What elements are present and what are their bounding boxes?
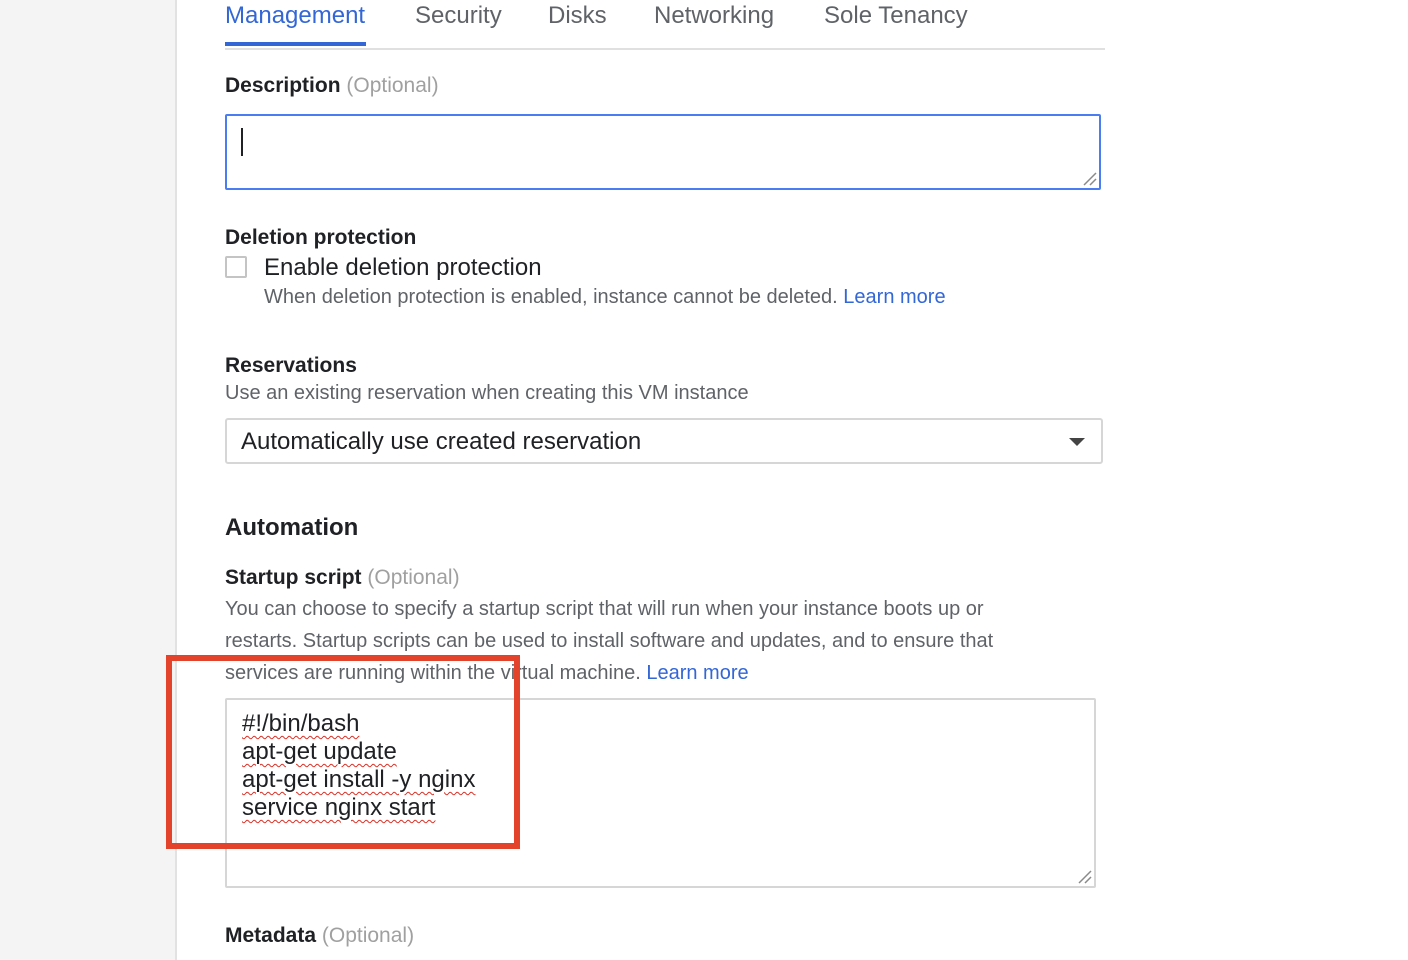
deletion-protection-checkbox[interactable] [225,256,247,278]
reservations-helper: Use an existing reservation when creatin… [225,382,749,404]
deletion-protection-helper-text: When deletion protection is enabled, ins… [264,286,838,308]
text-caret [241,128,243,156]
dropdown-arrow-icon [1069,438,1085,446]
tab-sole-tenancy[interactable]: Sole Tenancy [824,2,968,30]
tab-bar: Management Security Disks Networking Sol… [225,0,1105,50]
startup-script-helper-line3-text: services are running within the virtual … [225,662,641,684]
resize-grip-icon[interactable] [1076,868,1092,884]
deletion-protection-label: Deletion protection [225,226,417,249]
startup-script-helper-line2: restarts. Startup scripts can be used to… [225,630,994,652]
description-textarea[interactable] [225,114,1101,190]
tab-networking[interactable]: Networking [654,2,774,30]
description-optional: (Optional) [346,74,439,97]
startup-script-content: #!/bin/bash apt-get update apt-get insta… [242,710,475,822]
resize-grip-icon[interactable] [1081,170,1097,186]
tab-security[interactable]: Security [415,2,502,30]
reservations-label: Reservations [225,354,357,377]
startup-script-optional: (Optional) [367,566,460,589]
automation-heading: Automation [225,514,359,541]
deletion-protection-learn-more-link[interactable]: Learn more [843,286,945,308]
metadata-label: Metadata (Optional) [225,924,414,948]
startup-script-helper-line3: services are running within the virtual … [225,662,749,685]
startup-script-helper-line1: You can choose to specify a startup scri… [225,598,984,620]
deletion-protection-helper: When deletion protection is enabled, ins… [264,286,946,309]
reservations-select[interactable]: Automatically use created reservation [225,418,1103,464]
left-gutter [0,0,177,960]
description-label: Description (Optional) [225,74,439,98]
startup-script-label-text: Startup script [225,566,362,589]
script-line: #!/bin/bash [242,710,360,737]
startup-script-textarea[interactable]: #!/bin/bash apt-get update apt-get insta… [225,698,1096,888]
script-line: apt-get install -y nginx [242,766,476,793]
script-line: service nginx start [242,794,436,821]
active-tab-indicator [225,42,366,46]
tab-management[interactable]: Management [225,2,365,30]
tab-disks[interactable]: Disks [548,2,607,30]
metadata-optional: (Optional) [321,924,415,947]
metadata-label-text: Metadata [225,924,317,947]
startup-script-label: Startup script (Optional) [225,566,460,590]
description-label-text: Description [225,74,341,97]
startup-script-learn-more-link[interactable]: Learn more [646,662,748,684]
script-line: apt-get update [242,738,397,765]
deletion-protection-checkbox-label[interactable]: Enable deletion protection [264,254,542,282]
reservations-selected-value: Automatically use created reservation [241,428,642,455]
